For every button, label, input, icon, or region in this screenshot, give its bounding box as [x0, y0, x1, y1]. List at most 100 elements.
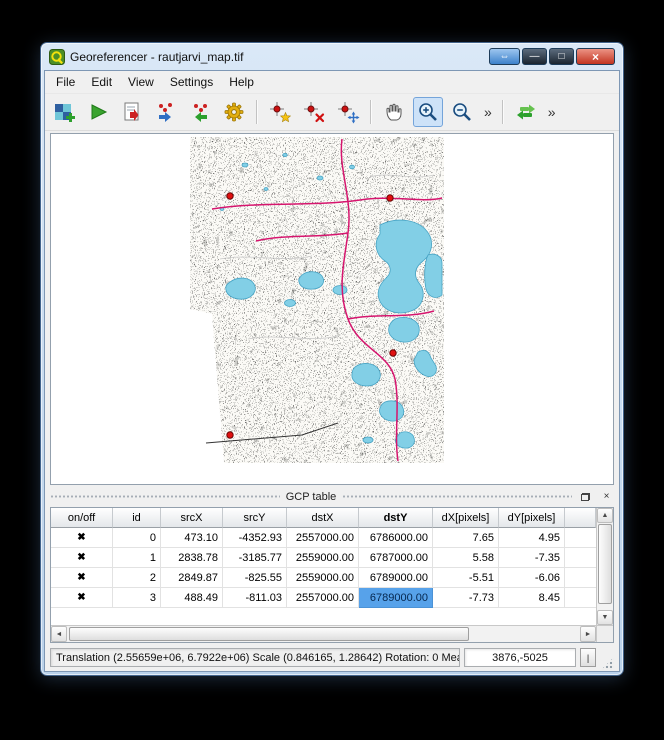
panel-close-button[interactable]: × — [599, 490, 614, 504]
scroll-right-button[interactable]: ► — [580, 626, 596, 642]
gcp-row1-checkbox[interactable]: ✖ — [51, 548, 113, 568]
gcp-table-body: on/off id srcX srcY dstX dstY dX[pixels]… — [51, 508, 596, 625]
toolbar-pan-button[interactable] — [379, 97, 409, 127]
gcp-row2-srcy[interactable]: -825.55 — [223, 568, 287, 588]
resize-grip[interactable] — [601, 657, 614, 670]
row-filler — [565, 548, 596, 568]
window-restore-button[interactable]: ⇔ — [489, 48, 520, 65]
toolbar-zoom-in-button[interactable] — [413, 97, 443, 127]
gcp-marker-1[interactable] — [387, 195, 393, 201]
column-header-srcy[interactable]: srcY — [223, 508, 287, 528]
gcp-row2-dx[interactable]: -5.51 — [433, 568, 499, 588]
window-close-button[interactable]: × — [576, 48, 615, 65]
gcp-marker-0[interactable] — [227, 193, 233, 199]
toolbar-transformation-settings-button[interactable] — [219, 97, 249, 127]
row-filler — [565, 588, 596, 608]
gcp-marker-2[interactable] — [390, 350, 396, 356]
gcp-row1-id[interactable]: 1 — [113, 548, 161, 568]
gcp-row3-id[interactable]: 3 — [113, 588, 161, 608]
menu-settings[interactable]: Settings — [162, 73, 221, 91]
toolbar-zoom-to-layer-button[interactable] — [511, 97, 541, 127]
column-header-dx[interactable]: dX[pixels] — [433, 508, 499, 528]
gcp-row1-dy[interactable]: -7.35 — [499, 548, 565, 568]
column-header-srcx[interactable]: srcX — [161, 508, 223, 528]
gcp-row2-dstx[interactable]: 2559000.00 — [287, 568, 359, 588]
column-header-dy[interactable]: dY[pixels] — [499, 508, 565, 528]
gcp-row0-dstx[interactable]: 2557000.00 — [287, 528, 359, 548]
horizontal-scrollbar[interactable]: ◄ ► — [51, 625, 596, 642]
gcp-row0-dx[interactable]: 7.65 — [433, 528, 499, 548]
gcp-row1-dsty[interactable]: 6787000.00 — [359, 548, 433, 568]
menubar: File Edit View Settings Help — [45, 71, 619, 93]
titlebar[interactable]: Georeferencer - rautjarvi_map.tif ⇔ — □ … — [44, 43, 620, 70]
window-maximize-button[interactable]: □ — [549, 48, 574, 65]
panel-float-button[interactable] — [578, 490, 593, 504]
gcp-panel-header[interactable]: GCP table × — [50, 488, 614, 505]
menu-view[interactable]: View — [120, 73, 162, 91]
gcp-row3-dsty-selected[interactable]: 6789000.00 — [359, 588, 433, 608]
close-icon: × — [592, 50, 599, 64]
toolbar-add-point-button[interactable] — [265, 97, 295, 127]
gcp-row3-srcx[interactable]: 488.49 — [161, 588, 223, 608]
gcp-row2-id[interactable]: 2 — [113, 568, 161, 588]
gcp-row1-dx[interactable]: 5.58 — [433, 548, 499, 568]
statusbar: Translation (2.55659e+06, 6.7922e+06) Sc… — [50, 645, 614, 670]
gcp-row3-dx[interactable]: -7.73 — [433, 588, 499, 608]
horizontal-scroll-thumb[interactable] — [69, 627, 469, 641]
toolbar-overflow-button[interactable]: » — [481, 104, 495, 120]
gcp-row3-dy[interactable]: 8.45 — [499, 588, 565, 608]
gcp-marker-3[interactable] — [227, 432, 233, 438]
status-toggle-button[interactable]: | — [580, 648, 596, 667]
toolbar-move-point-button[interactable] — [333, 97, 363, 127]
vertical-scroll-track[interactable] — [597, 523, 613, 610]
scroll-left-button[interactable]: ◄ — [51, 626, 67, 642]
window-minimize-button[interactable]: — — [522, 48, 547, 65]
toolbar-load-gcp-button[interactable] — [151, 97, 181, 127]
toolbar-zoom-out-button[interactable] — [447, 97, 477, 127]
column-header-dstx[interactable]: dstX — [287, 508, 359, 528]
toolbar-gdal-script-button[interactable] — [117, 97, 147, 127]
delete-point-icon — [303, 101, 326, 124]
gcp-row2-dy[interactable]: -6.06 — [499, 568, 565, 588]
gcp-row3-checkbox[interactable]: ✖ — [51, 588, 113, 608]
menu-edit[interactable]: Edit — [83, 73, 120, 91]
float-icon — [581, 493, 590, 501]
column-header-onoff[interactable]: on/off — [51, 508, 113, 528]
gcp-row0-srcx[interactable]: 473.10 — [161, 528, 223, 548]
column-header-id[interactable]: id — [113, 508, 161, 528]
toolbar-delete-point-button[interactable] — [299, 97, 329, 127]
column-header-dsty[interactable]: dstY — [359, 508, 433, 528]
gear-icon — [223, 101, 245, 123]
gcp-row3-srcy[interactable]: -811.03 — [223, 588, 287, 608]
vertical-scroll-thumb[interactable] — [598, 524, 612, 604]
gcp-row0-id[interactable]: 0 — [113, 528, 161, 548]
menu-help[interactable]: Help — [221, 73, 262, 91]
window-controls: ⇔ — □ × — [489, 48, 615, 65]
gcp-row1-dstx[interactable]: 2559000.00 — [287, 548, 359, 568]
menu-file[interactable]: File — [48, 73, 83, 91]
toolbar-overflow-button-2[interactable]: » — [545, 104, 559, 120]
gcp-row2-dsty[interactable]: 6789000.00 — [359, 568, 433, 588]
toolbar-start-georeferencing-button[interactable] — [83, 97, 113, 127]
maximize-icon: □ — [558, 51, 564, 62]
gcp-row0-srcy[interactable]: -4352.93 — [223, 528, 287, 548]
gcp-row0-dsty[interactable]: 6786000.00 — [359, 528, 433, 548]
gcp-row3-dstx[interactable]: 2557000.00 — [287, 588, 359, 608]
gcp-row0-dy[interactable]: 4.95 — [499, 528, 565, 548]
cursor-coordinates-field: 3876,-5025 — [464, 648, 576, 667]
map-canvas[interactable] — [50, 133, 614, 485]
arrow-down-icon: ▼ — [602, 614, 609, 621]
toolbar-save-gcp-button[interactable] — [185, 97, 215, 127]
arrow-right-icon: ► — [585, 631, 592, 638]
scroll-up-button[interactable]: ▲ — [597, 508, 613, 523]
gcp-row2-srcx[interactable]: 2849.87 — [161, 568, 223, 588]
gcp-row1-srcy[interactable]: -3185.77 — [223, 548, 287, 568]
gcp-row2-checkbox[interactable]: ✖ — [51, 568, 113, 588]
toolbar-open-raster-button[interactable] — [49, 97, 79, 127]
vertical-scrollbar[interactable]: ▲ ▼ — [596, 508, 613, 625]
gcp-row0-checkbox[interactable]: ✖ — [51, 528, 113, 548]
gcp-row1-srcx[interactable]: 2838.78 — [161, 548, 223, 568]
scroll-down-button[interactable]: ▼ — [597, 610, 613, 625]
window-title: Georeferencer - rautjarvi_map.tif — [70, 50, 484, 64]
horizontal-scroll-track[interactable] — [67, 626, 580, 642]
